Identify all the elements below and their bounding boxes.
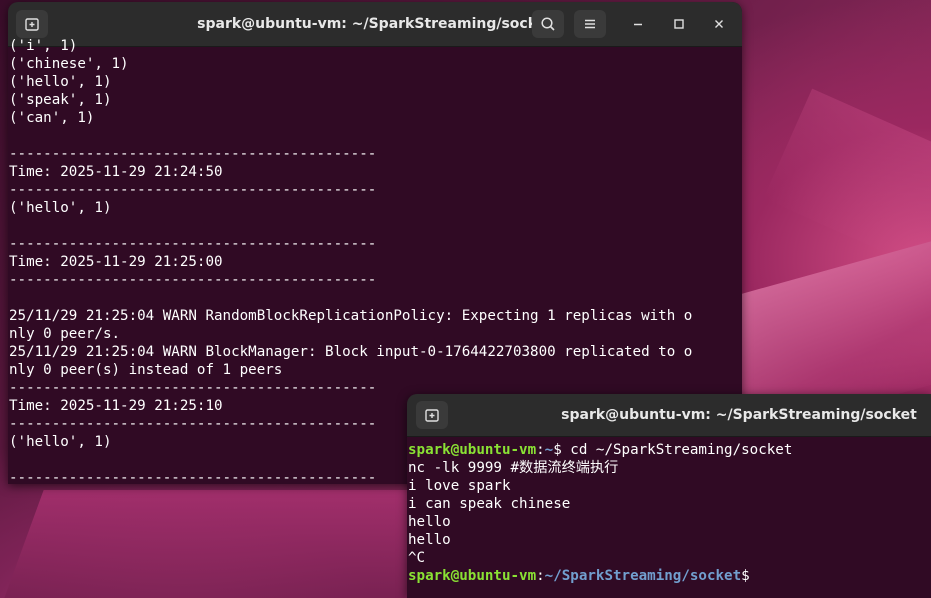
wallpaper-shape — [763, 88, 931, 272]
prompt-user: spark@ubuntu-vm — [408, 568, 537, 584]
maximize-icon — [674, 19, 684, 29]
prompt-separator: : — [536, 442, 545, 458]
maximize-button[interactable] — [667, 12, 691, 36]
terminal-output-line: i love spark — [408, 478, 511, 494]
prompt-command: cd ~/SparkStreaming/socket — [561, 442, 793, 458]
terminal-output-line: ----------------------------------------… — [9, 146, 377, 162]
terminal-output-line: Time: 2025-11-29 21:25:00 — [9, 254, 223, 270]
wallpaper-shape — [0, 490, 444, 598]
prompt-path: ~ — [544, 442, 554, 458]
minimize-icon — [634, 23, 642, 26]
search-icon — [541, 17, 555, 31]
terminal-output-line: nc -lk 9999 #数据流终端执行 — [408, 460, 619, 476]
second-terminal-output[interactable]: spark@ubuntu-vm:~$ cd ~/SparkStreaming/s… — [407, 436, 931, 598]
menu-button[interactable] — [574, 10, 606, 38]
prompt-path: ~/SparkStreaming/socket — [544, 568, 742, 584]
terminal-output-line: hello — [408, 514, 451, 530]
second-terminal-titlebar[interactable]: spark@ubuntu-vm: ~/SparkStreaming/socket — [407, 394, 931, 437]
terminal-output-line: ----------------------------------------… — [9, 182, 377, 198]
terminal-output-line: ('hello', 1) — [9, 74, 112, 90]
terminal-output-line: i can speak chinese — [408, 496, 571, 512]
terminal-output-line: nly 0 peer(s) instead of 1 peers — [9, 362, 283, 378]
terminal-output-line: ^C — [408, 550, 426, 566]
prompt-separator: : — [536, 568, 545, 584]
terminal-output-line: ('i', 1) — [9, 38, 78, 54]
hamburger-menu-icon — [585, 19, 595, 29]
terminal-output-line: ('hello', 1) — [9, 200, 112, 216]
terminal-output-line: Time: 2025-11-29 21:24:50 — [9, 164, 223, 180]
terminal-output-line: ('can', 1) — [9, 110, 95, 126]
terminal-output-line: ----------------------------------------… — [9, 272, 377, 288]
new-tab-icon — [425, 409, 439, 422]
close-icon — [715, 20, 723, 28]
prompt-user: spark@ubuntu-vm — [408, 442, 537, 458]
terminal-prompt-line: spark@ubuntu-vm:~$ cd ~/SparkStreaming/s… — [407, 441, 931, 459]
window-title: spark@ubuntu-vm: ~/SparkStreaming/socket — [561, 407, 917, 423]
second-terminal-window[interactable]: spark@ubuntu-vm: ~/SparkStreaming/socket… — [407, 394, 931, 598]
terminal-output-line: nly 0 peer/s. — [9, 326, 121, 342]
close-button[interactable] — [707, 12, 731, 36]
prompt-dollar: $ — [741, 568, 750, 584]
terminal-output-line: 25/11/29 21:25:04 WARN RandomBlockReplic… — [9, 308, 693, 324]
new-tab-button[interactable] — [416, 401, 448, 429]
terminal-output-line: ('speak', 1) — [9, 92, 112, 108]
minimize-button[interactable] — [626, 12, 650, 36]
terminal-output-line: ----------------------------------------… — [9, 236, 377, 252]
terminal-output-line: hello — [408, 532, 451, 548]
terminal-output-line: ('chinese', 1) — [9, 56, 129, 72]
terminal-output-line: 25/11/29 21:25:04 WARN BlockManager: Blo… — [9, 344, 693, 360]
search-button[interactable] — [532, 10, 564, 38]
prompt-dollar: $ — [553, 442, 562, 458]
terminal-prompt-line[interactable]: spark@ubuntu-vm:~/SparkStreaming/socket$ — [407, 567, 931, 585]
